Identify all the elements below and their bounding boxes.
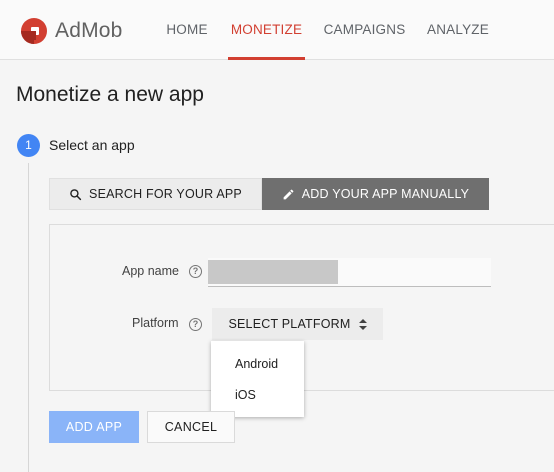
platform-select-label: SELECT PLATFORM [228, 317, 351, 331]
tab-label: ANALYZE [427, 22, 489, 37]
admob-logo-icon[interactable] [20, 17, 48, 45]
page-title: Monetize a new app [16, 83, 204, 106]
tab-monetize[interactable]: MONETIZE [228, 0, 305, 60]
platform-option-ios[interactable]: iOS [235, 388, 256, 402]
brand-name[interactable]: AdMob [55, 17, 123, 45]
platform-dropdown-menu: Android iOS [211, 341, 304, 417]
cancel-button[interactable]: CANCEL [147, 411, 235, 443]
app-name-input[interactable] [208, 258, 491, 287]
search-for-app-tab[interactable]: SEARCH FOR YOUR APP [49, 178, 262, 210]
search-icon [70, 188, 82, 200]
help-icon[interactable]: ? [189, 265, 202, 278]
tab-analyze[interactable]: ANALYZE [422, 0, 494, 60]
active-tab-indicator [228, 57, 305, 60]
search-tab-label: SEARCH FOR YOUR APP [89, 187, 242, 201]
tab-home[interactable]: HOME [158, 0, 216, 60]
top-bar: AdMob HOME MONETIZE CAMPAIGNS ANALYZE [0, 0, 554, 60]
step-label: Select an app [49, 137, 135, 153]
sort-arrows-icon [358, 318, 367, 330]
platform-select[interactable]: SELECT PLATFORM [212, 308, 383, 340]
step-number-badge: 1 [17, 134, 40, 157]
app-name-value [208, 260, 338, 284]
tab-campaigns[interactable]: CAMPAIGNS [318, 0, 411, 60]
platform-label: Platform [132, 316, 179, 330]
pencil-icon [283, 189, 294, 199]
app-name-label: App name [122, 264, 179, 278]
add-app-manually-tab[interactable]: ADD YOUR APP MANUALLY [262, 178, 489, 210]
add-app-button[interactable]: ADD APP [49, 411, 139, 443]
tab-label: MONETIZE [230, 22, 303, 37]
tab-label: CAMPAIGNS [323, 22, 406, 37]
step-connector-line [28, 163, 29, 472]
monetize-page: AdMob HOME MONETIZE CAMPAIGNS ANALYZE Mo… [0, 0, 554, 472]
help-icon[interactable]: ? [189, 318, 202, 331]
manual-tab-label: ADD YOUR APP MANUALLY [301, 187, 470, 201]
platform-option-android[interactable]: Android [235, 357, 278, 371]
tab-label: HOME [166, 22, 208, 37]
